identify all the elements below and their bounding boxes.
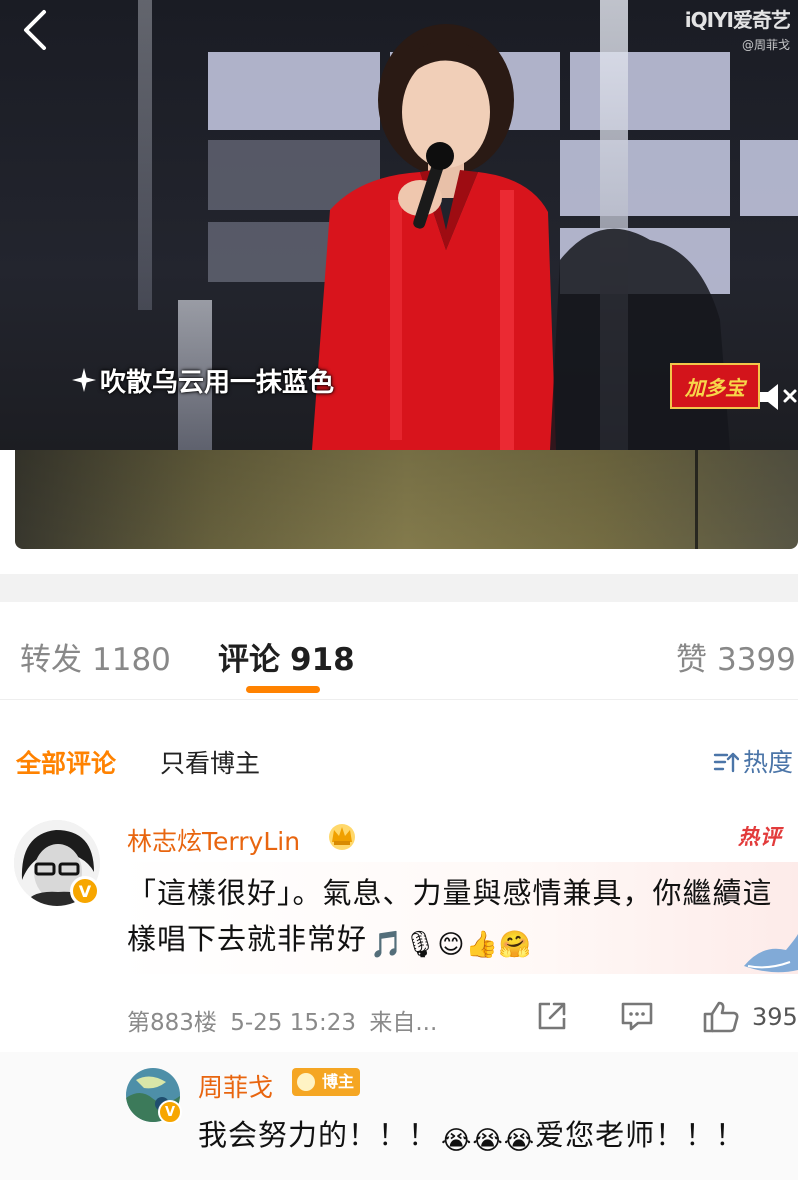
tab-reposts[interactable]: 转发 1180 bbox=[20, 634, 171, 679]
uploader-watermark: @周菲戈 bbox=[741, 38, 790, 52]
tab-count: 918 bbox=[290, 642, 355, 678]
floor-number: 第883楼 bbox=[127, 1010, 217, 1036]
comment-username[interactable]: 林志炫TerryLin bbox=[127, 822, 300, 858]
section-divider bbox=[0, 574, 798, 602]
like-count: 395 bbox=[752, 1003, 798, 1031]
reply-text-part: 爱您老师！！！ bbox=[535, 1118, 746, 1152]
filter-all-comments[interactable]: 全部评论 bbox=[16, 744, 116, 780]
verified-icon: V bbox=[158, 1100, 182, 1124]
sort-label: 热度 bbox=[743, 748, 794, 777]
thumbnail-divider bbox=[695, 450, 698, 549]
comment-emojis: 🎵🎙😊👍🤗 bbox=[370, 930, 533, 960]
reply-text-part: 我会努力的！！！ bbox=[198, 1118, 439, 1152]
tab-comments[interactable]: 评论 918 bbox=[218, 634, 355, 679]
author-badge: 博主 bbox=[292, 1068, 361, 1096]
video-thumbnail[interactable] bbox=[15, 450, 798, 549]
comment-icon[interactable] bbox=[620, 1000, 654, 1032]
verified-icon: V bbox=[70, 876, 100, 906]
comment-time: 5-25 15:23 bbox=[230, 1010, 357, 1036]
sort-icon bbox=[713, 752, 740, 773]
comment-meta: 第883楼 5-25 15:23 来自... bbox=[127, 1003, 437, 1037]
share-icon[interactable] bbox=[536, 1000, 568, 1032]
hot-comment-tag: 热评 bbox=[738, 825, 782, 849]
reply-emojis: 😭😭😭 bbox=[441, 1126, 536, 1156]
platform-watermark: iQIYI爱奇艺 bbox=[684, 8, 791, 32]
tab-count: 1180 bbox=[92, 642, 171, 678]
comment-text: 「這樣很好」。氣息、力量與感情兼具，你繼續這樣唱下去就非常好 🎵🎙😊👍🤗 bbox=[127, 870, 787, 968]
like-icon[interactable] bbox=[702, 1000, 740, 1034]
sort-button[interactable]: 热度 bbox=[713, 743, 793, 779]
interaction-tabs: 转发 1180 评论 918 赞 3399 bbox=[0, 602, 798, 700]
whale-icon bbox=[744, 934, 798, 973]
tab-label: 转发 bbox=[20, 642, 82, 678]
tab-likes[interactable]: 赞 3399 bbox=[676, 634, 796, 679]
tab-label: 赞 bbox=[676, 642, 707, 678]
tab-count: 3399 bbox=[717, 642, 796, 678]
reply-username[interactable]: 周菲戈 bbox=[198, 1068, 273, 1104]
comment-filter-bar: 全部评论 只看博主 热度 bbox=[0, 700, 798, 810]
reply-text: 我会努力的！！！ 😭😭😭爱您老师！！！ bbox=[198, 1112, 745, 1156]
filter-only-author[interactable]: 只看博主 bbox=[160, 744, 260, 780]
video-subtitle: 吹散乌云用一抹蓝色 bbox=[100, 368, 335, 398]
active-tab-indicator bbox=[246, 686, 320, 693]
tab-label: 评论 bbox=[218, 642, 280, 678]
video-player[interactable]: iQIYI爱奇艺 @周菲戈 吹散乌云用一抹蓝色 加多宝 bbox=[0, 0, 798, 450]
comment-source: 来自... bbox=[369, 1010, 438, 1036]
crown-icon bbox=[329, 824, 355, 850]
sponsor-logo: 加多宝 bbox=[670, 363, 760, 409]
mute-icon[interactable] bbox=[756, 380, 798, 414]
back-arrow-icon[interactable] bbox=[14, 6, 54, 50]
